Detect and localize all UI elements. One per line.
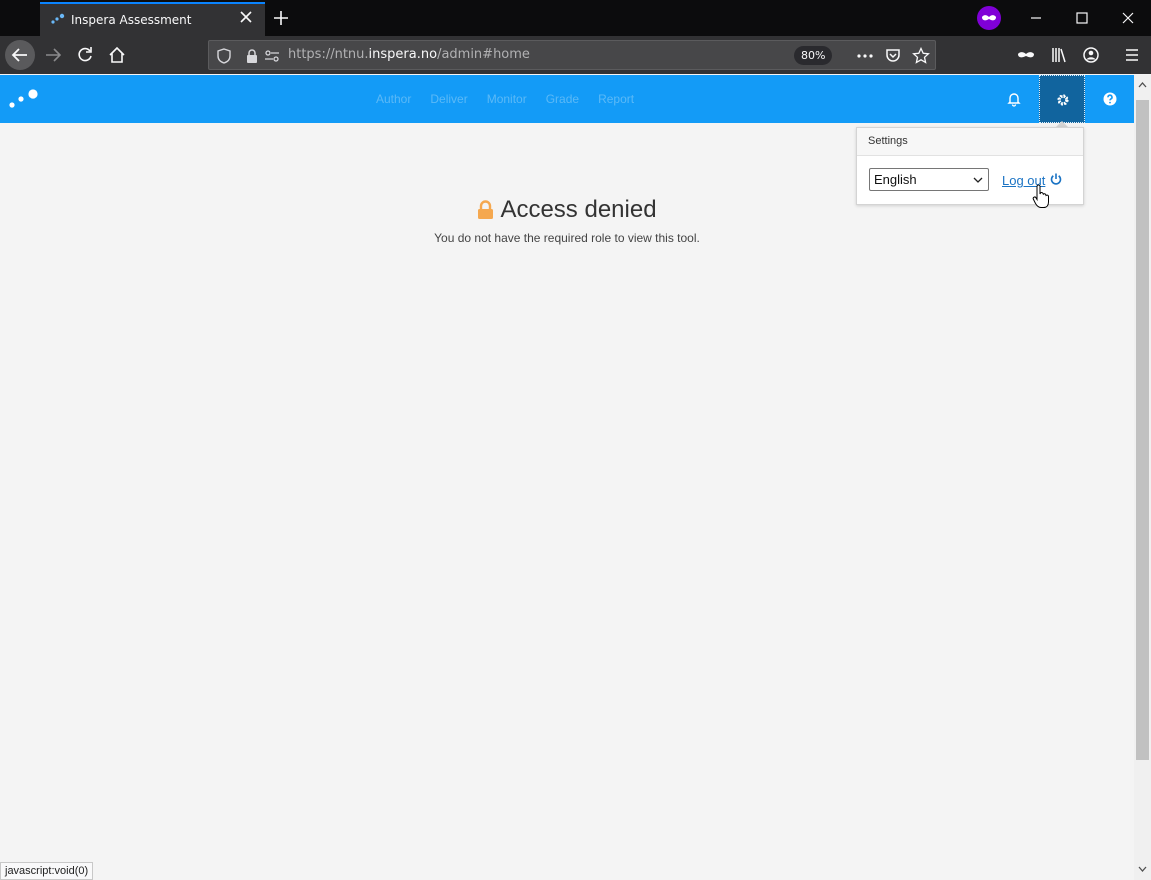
private-browsing-icon — [977, 6, 1001, 30]
lock-icon[interactable] — [243, 47, 261, 65]
shield-icon[interactable] — [215, 47, 233, 65]
help-icon — [1103, 92, 1117, 106]
padlock-icon — [478, 200, 494, 219]
scroll-down-icon[interactable] — [1138, 865, 1147, 873]
home-button[interactable] — [102, 40, 132, 70]
nav-monitor[interactable]: Monitor — [487, 92, 527, 106]
vertical-scrollbar[interactable] — [1134, 75, 1151, 880]
language-selected-value: English — [874, 172, 917, 187]
tab-inspera[interactable]: Inspera Assessment — [40, 2, 265, 36]
pocket-icon[interactable] — [884, 47, 902, 65]
main-navigation: Author Deliver Monitor Grade Report — [376, 92, 634, 106]
bookmark-star-icon[interactable] — [912, 47, 930, 65]
bell-icon — [1007, 93, 1021, 107]
nav-grade[interactable]: Grade — [546, 92, 579, 106]
forward-arrow-icon — [46, 48, 62, 62]
chevron-down-icon — [973, 177, 983, 183]
tab-title: Inspera Assessment — [71, 13, 192, 27]
close-window-icon[interactable] — [1120, 10, 1136, 26]
nav-author[interactable]: Author — [376, 92, 411, 106]
zoom-level-badge[interactable]: 80% — [794, 46, 833, 65]
gear-icon — [1057, 94, 1069, 106]
scroll-thumb[interactable] — [1136, 100, 1149, 760]
maximize-icon[interactable] — [1074, 10, 1090, 26]
close-tab-icon[interactable] — [239, 10, 253, 24]
new-tab-icon[interactable] — [272, 9, 290, 27]
hand-cursor-icon — [1032, 184, 1049, 208]
reload-button[interactable] — [70, 40, 100, 70]
menu-icon[interactable] — [1123, 46, 1141, 64]
library-icon[interactable] — [1050, 46, 1068, 64]
tab-strip: Inspera Assessment — [0, 0, 1151, 36]
url-bar[interactable]: https://ntnu.inspera.no/admin#home 80% — [208, 40, 936, 70]
status-url-tooltip: javascript:void(0) — [0, 862, 94, 880]
help-button[interactable] — [1087, 75, 1133, 123]
url-text[interactable]: https://ntnu.inspera.no/admin#home — [288, 47, 530, 62]
nav-deliver[interactable]: Deliver — [430, 92, 467, 106]
access-denied-title: Access denied — [500, 196, 657, 223]
back-button[interactable] — [5, 40, 35, 70]
navigation-bar: https://ntnu.inspera.no/admin#home 80% — [0, 36, 1151, 74]
browser-window: Inspera Assessment https://ntnu.inspera.… — [0, 0, 1151, 880]
back-arrow-icon — [11, 48, 27, 62]
url-path: /admin#home — [437, 47, 530, 62]
access-denied-message: You do not have the required role to vie… — [434, 231, 700, 245]
notifications-button[interactable] — [991, 75, 1037, 123]
inspera-logo-icon[interactable] — [8, 88, 40, 110]
minimize-icon[interactable] — [1028, 10, 1044, 26]
app-header: Author Deliver Monitor Grade Report — [0, 75, 1134, 123]
access-denied-section: Access denied You do not have the requir… — [0, 196, 1134, 245]
url-domain: inspera.no — [368, 47, 438, 62]
page-actions-icon[interactable] — [856, 47, 874, 65]
access-denied-heading: Access denied — [477, 196, 657, 224]
permissions-icon[interactable] — [263, 47, 281, 65]
language-select[interactable]: English — [869, 168, 989, 191]
url-prefix: https://ntnu. — [288, 47, 369, 62]
reload-icon — [78, 47, 92, 62]
account-icon[interactable] — [1082, 46, 1100, 64]
nav-report[interactable]: Report — [598, 92, 634, 106]
scroll-up-icon[interactable] — [1138, 81, 1147, 89]
inspera-favicon-icon — [51, 13, 65, 24]
settings-button[interactable] — [1039, 75, 1085, 123]
forward-button[interactable] — [38, 40, 68, 70]
private-mask-icon[interactable] — [1017, 46, 1035, 64]
settings-popover-title: Settings — [857, 128, 1083, 156]
power-icon[interactable] — [1049, 172, 1063, 186]
home-icon — [109, 46, 125, 63]
